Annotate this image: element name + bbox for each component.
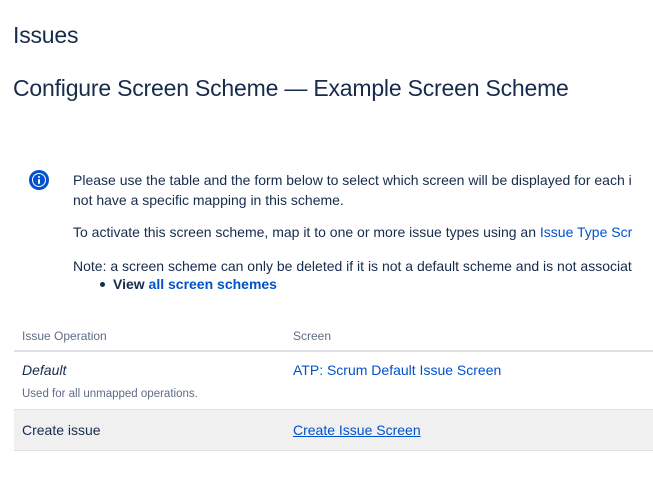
- bullet-dot: [100, 282, 105, 287]
- screen-mapping-table: Issue Operation Screen Default Used for …: [14, 326, 653, 451]
- page-title: Configure Screen Scheme — Example Screen…: [13, 75, 569, 101]
- view-all-bullet: View all screen schemes: [100, 274, 277, 294]
- info-icon: [29, 170, 49, 190]
- table-row: Default Used for all unmapped operations…: [14, 352, 653, 410]
- activate-message: To activate this screen scheme, map it t…: [73, 222, 632, 242]
- activate-text: To activate this screen scheme, map it t…: [73, 224, 540, 240]
- table-row: Create issue Create Issue Screen: [14, 410, 653, 451]
- all-screen-schemes-link[interactable]: all screen schemes: [149, 276, 277, 292]
- operation-default-note: Used for all unmapped operations.: [22, 388, 198, 400]
- header-issue-operation: Issue Operation: [22, 329, 107, 343]
- default-screen-link[interactable]: ATP: Scrum Default Issue Screen: [293, 362, 501, 378]
- section-title: Issues: [13, 22, 79, 48]
- create-issue-screen-link[interactable]: Create Issue Screen: [293, 422, 421, 438]
- info-message-line2: not have a specific mapping in this sche…: [73, 192, 344, 208]
- table-header: Issue Operation Screen: [14, 326, 653, 352]
- info-message-line1: Please use the table and the form below …: [73, 172, 632, 188]
- screen-scheme-page: Issues Configure Screen Scheme — Example…: [0, 0, 653, 483]
- note-message: Note: a screen scheme can only be delete…: [73, 258, 632, 274]
- view-label: View: [113, 276, 145, 292]
- header-screen: Screen: [293, 329, 332, 343]
- issue-type-screen-scheme-link[interactable]: Issue Type Scr: [540, 224, 632, 240]
- operation-default: Default: [22, 362, 67, 378]
- operation-create-issue: Create issue: [22, 422, 101, 438]
